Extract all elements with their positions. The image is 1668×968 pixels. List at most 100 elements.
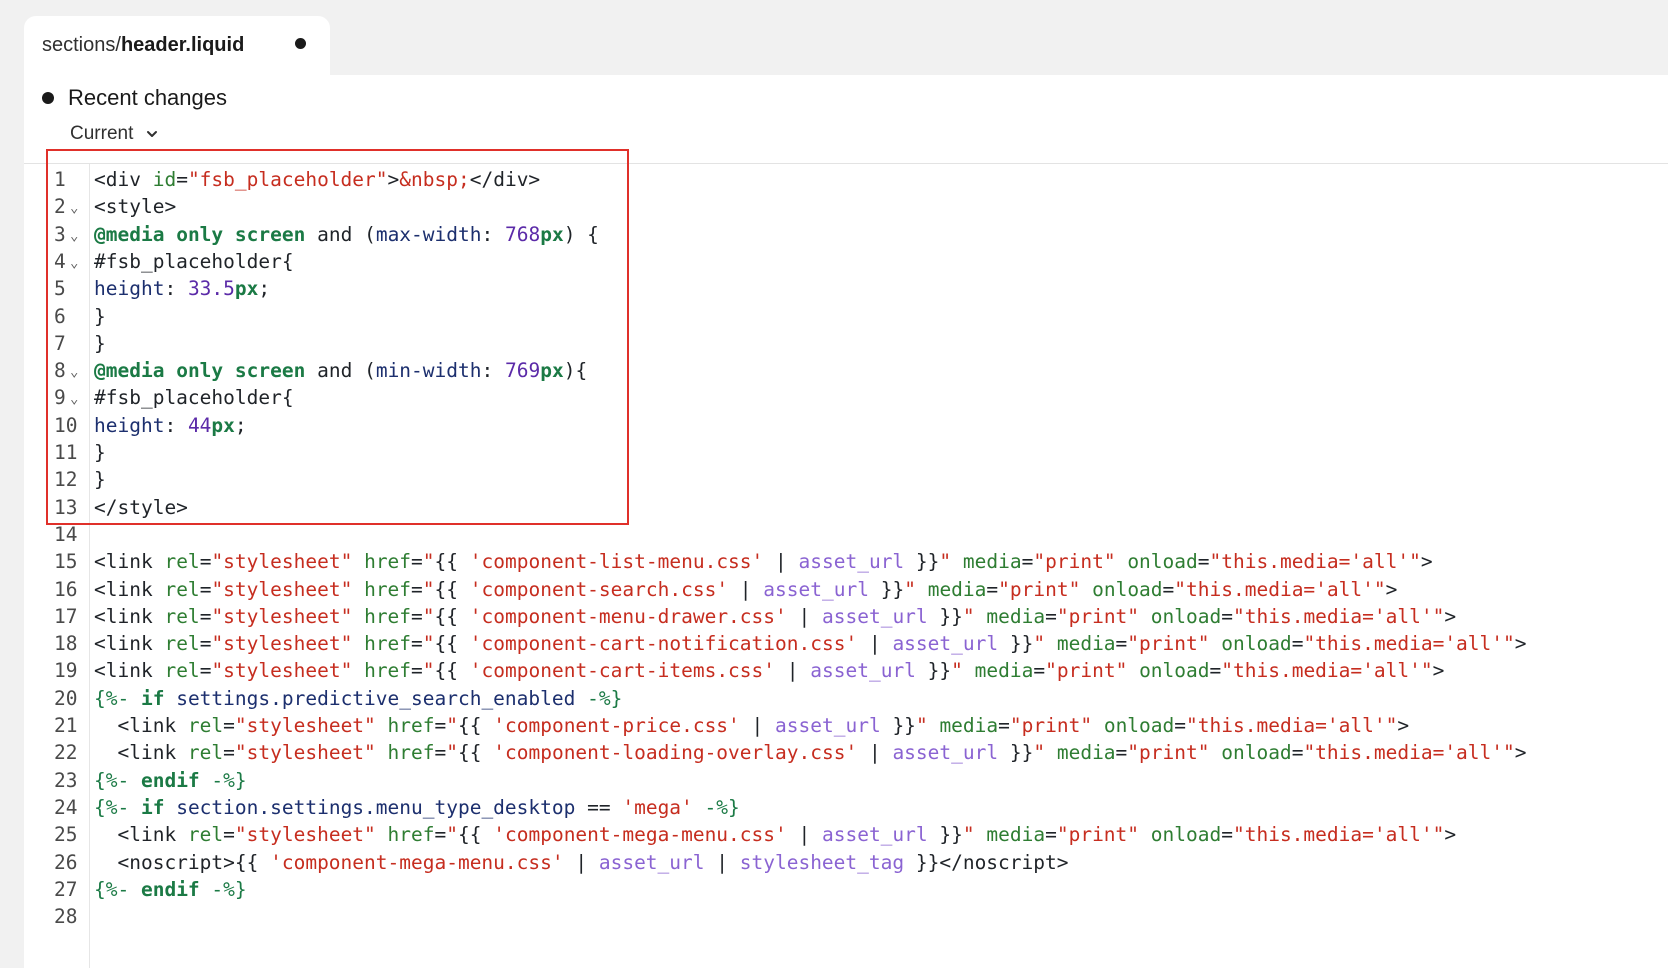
line-number: 17 [54,604,78,628]
code-text: <link rel="stylesheet" href="{{ 'compone… [94,656,1444,685]
code-token: = [199,577,212,601]
code-token: 'component-mega-menu.css' [493,823,787,847]
code-token: " [446,741,459,765]
code-token: "fsb_placeholder" [187,168,388,191]
code-token: }} [904,550,940,574]
code-token: > [1514,741,1527,765]
code-text: <link rel="stylesheet" href="{{ 'compone… [94,629,1527,658]
code-line: 21 <link rel="stylesheet" href="{{ 'comp… [24,711,1668,740]
code-token: ) { [563,222,599,246]
code-line: 27 {%- endif -%} [24,875,1668,904]
code-token: asset_url [892,741,999,765]
code-token: asset_url [763,577,869,601]
line-number: 10 [54,413,78,437]
line-number: 14 [54,522,78,546]
code-token: onload [1150,823,1222,847]
code-token: "stylesheet" [211,550,353,574]
code-token: "print" [998,577,1081,601]
code-token: height [94,277,165,301]
code-token: }} [880,714,916,737]
code-token: {{ [434,659,470,683]
code-token: {{ [434,577,470,601]
file-tab-header-liquid[interactable]: sections/header.liquid [24,16,330,75]
code-token: <link [94,823,188,847]
code-token: settings.predictive_search_enabled [176,686,576,710]
code-token: ; [258,277,271,301]
code-token: }} [927,823,963,847]
code-token: " [951,659,963,683]
code-token: rel [187,741,224,765]
code-line: 9 ⌄ #fsb_placeholder{ [24,383,1668,412]
line-number: 1 [54,168,66,191]
line-number: 6 [54,304,66,328]
code-token: href [387,823,435,847]
code-token: 'mega' [622,795,693,819]
code-token: = [223,714,235,737]
code-text: {%- endif -%} [94,875,247,904]
code-editor[interactable]: 1 <div id="fsb_placeholder">&nbsp;</div> 2… [24,164,1668,968]
code-token: -%} [575,686,623,710]
code-text: #fsb_placeholder{ [94,247,294,276]
line-number: 11 [54,441,78,464]
code-token: asset_url [892,632,999,656]
code-token: @media [94,222,165,246]
code-line: 13 </style> [24,493,1668,522]
code-token: <link [94,714,188,737]
code-token: = [434,741,447,765]
code-token: = [1115,741,1128,765]
code-token: = [1197,550,1210,574]
code-token: ){ [563,359,588,383]
code-text: <link rel="stylesheet" href="{{ 'compone… [94,575,1397,604]
code-token: href [387,741,435,765]
code-token: " [422,577,435,601]
code-token: <div [94,168,153,191]
code-token: height [94,413,165,437]
code-token: = [998,714,1010,737]
code-token: section.settings.menu_type_desktop [176,795,576,819]
code-token: id [152,168,177,191]
line-number: 19 [54,659,78,683]
code-token: > [1444,823,1457,847]
code-line: 15 <link rel="stylesheet" href="{{ 'compo… [24,547,1668,576]
code-token: 44 [187,413,212,437]
code-token: media [927,577,987,601]
code-token: rel [164,577,200,601]
code-token: 769 [504,359,541,383]
version-dropdown[interactable]: Current [70,119,159,149]
code-token: 33.5 [187,277,235,301]
code-token: 'component-search.css' [469,577,729,601]
code-token: 'component-menu-drawer.css' [469,604,787,628]
code-token: = [411,550,423,574]
editor-panel: Recent changes Current 1 <div id="fsb_pla… [24,75,1668,968]
code-token: " [446,823,459,847]
code-token: "print" [1127,632,1210,656]
code-token: href [364,577,412,601]
code-token: | [857,741,893,765]
code-line: 3 ⌄ @media only screen and (max-width: 768… [24,220,1668,249]
code-token: href [364,659,412,683]
code-token: {{ [458,714,494,737]
code-token: > [1397,714,1410,737]
code-token: "this.media='all'" [1303,741,1515,765]
code-token: 768 [504,222,541,246]
code-text: {%- endif -%} [94,766,247,795]
code-line: 20 {%- if settings.predictive_search_enab… [24,684,1668,713]
code-token: | [563,850,599,874]
code-token: = [199,659,212,683]
code-text: <link rel="stylesheet" href="{{ 'compone… [94,711,1409,740]
code-token: = [176,168,188,191]
code-token: media [974,659,1034,683]
code-line: 28 [24,902,1668,931]
code-token: = [1221,823,1233,847]
line-number: 20 [54,686,78,710]
